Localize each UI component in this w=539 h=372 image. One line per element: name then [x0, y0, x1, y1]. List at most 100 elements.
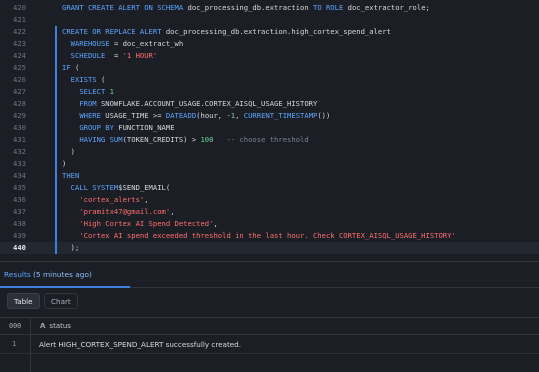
line-number: 422 [13, 27, 26, 36]
results-grid-header: 000 𝗔status [0, 317, 539, 335]
line-number: 425 [13, 63, 26, 72]
code-text: IF ( [62, 62, 79, 74]
code-token-fn [62, 135, 79, 144]
code-text: GROUP BY FUNCTION_NAME [62, 122, 174, 134]
code-token-kw: IF [62, 63, 75, 72]
code-line[interactable]: 434 THEN [0, 170, 539, 182]
code-token-kw: GROUP BY [79, 123, 119, 132]
code-text: CREATE OR REPLACE ALERT doc_processing_d… [62, 26, 391, 38]
line-number: 433 [13, 159, 26, 168]
code-token-fn: ()) [317, 111, 331, 120]
code-line[interactable]: 435 CALL SYSTEM$SEND_EMAIL( [0, 182, 539, 194]
code-line[interactable]: 428 FROM SNOWFLAKE.ACCOUNT_USAGE.CORTEX_… [0, 98, 539, 110]
line-number: 420 [13, 3, 26, 12]
sql-editor[interactable]: 420 GRANT CREATE ALERT ON SCHEMA doc_proc… [0, 0, 539, 261]
line-number: 421 [13, 15, 26, 24]
status-cell[interactable]: Alert HIGH_CORTEX_SPEND_ALERT successful… [39, 340, 241, 349]
code-token-fn: , [170, 207, 175, 216]
code-text: ); [62, 242, 80, 254]
code-line[interactable]: 425 IF ( [0, 62, 539, 74]
code-token-str: '1 HOUR' [122, 51, 158, 60]
code-token-fn [62, 39, 71, 48]
line-number: 436 [13, 195, 26, 204]
code-token-kw: CREATE OR REPLACE ALERT [62, 27, 166, 36]
code-token-fn [62, 99, 79, 108]
code-token-fn [62, 75, 71, 84]
row-index-header: 000 [9, 322, 22, 330]
code-text: 'Cortex AI spend exceeded threshold in t… [62, 230, 456, 242]
code-line[interactable]: 430 GROUP BY FUNCTION_NAME [0, 122, 539, 134]
code-line[interactable]: 421 [0, 14, 539, 26]
code-line[interactable]: 424 SCHEDULE = '1 HOUR' [0, 50, 539, 62]
code-token-fn: (hour, - [196, 111, 231, 120]
code-text: 'pramitx47@gmail.com', [62, 206, 175, 218]
code-token-kw: CURRENT_TIMESTAMP [243, 111, 318, 120]
line-number: 438 [13, 219, 26, 228]
code-token-kw: TO ROLE [313, 3, 348, 12]
code-token-kw: THEN [62, 171, 80, 180]
code-line[interactable]: 439 'Cortex AI spend exceeded threshold … [0, 230, 539, 242]
code-line[interactable]: 432 ) [0, 146, 539, 158]
table-row[interactable]: 1 Alert HIGH_CORTEX_SPEND_ALERT successf… [0, 336, 539, 354]
code-token-kw: HAVING SUM [79, 135, 123, 144]
line-number: 426 [13, 75, 26, 84]
code-token-fn: = [113, 51, 123, 60]
code-token-kw: FROM [79, 99, 101, 108]
code-token-fn: (TOKEN_CREDITS) > [122, 135, 201, 144]
results-tab-underline [0, 286, 130, 288]
code-line[interactable]: 440 ); [0, 242, 539, 254]
code-line[interactable]: 420 GRANT CREATE ALERT ON SCHEMA doc_proc… [0, 2, 539, 14]
code-token-cmt: -- choose threshold [226, 135, 309, 144]
line-number: 440 [13, 243, 26, 252]
line-number: 427 [13, 87, 26, 96]
line-number: 434 [13, 171, 26, 180]
column-header-status[interactable]: 𝗔status [40, 322, 71, 330]
code-token-kw: SCHEDULE [70, 51, 114, 60]
code-text: 'cortex_alerts', [62, 194, 148, 206]
code-token-str: 'pramitx47@gmail.com' [79, 207, 171, 216]
column-header-label: status [49, 322, 71, 330]
code-token-fn: , [235, 111, 244, 120]
results-header[interactable]: Results (5 minutes ago) [4, 270, 92, 279]
code-token-fn [62, 207, 79, 216]
code-token-fn: doc_processing_db.extraction.high_cortex… [165, 27, 391, 36]
code-token-fn: ( [74, 63, 80, 72]
code-line[interactable]: 429 WHERE USAGE_TIME >= DATEADD(hour, -1… [0, 110, 539, 122]
code-token-kw: GRANT CREATE ALERT ON SCHEMA [62, 3, 188, 12]
line-number: 428 [13, 99, 26, 108]
code-token-fn [62, 123, 79, 132]
tab-table[interactable]: Table [7, 293, 40, 309]
tab-chart[interactable]: Chart [44, 293, 78, 309]
code-line[interactable]: 426 EXISTS ( [0, 74, 539, 86]
code-line[interactable]: 433) [0, 158, 539, 170]
code-text: SCHEDULE = '1 HOUR' [62, 50, 158, 62]
code-token-fn [62, 219, 79, 228]
line-number: 432 [13, 147, 26, 156]
line-number: 429 [13, 111, 26, 120]
text-type-icon: 𝗔 [40, 322, 46, 330]
code-token-fn: doc_processing_db.extraction [187, 3, 313, 12]
code-line[interactable]: 431 HAVING SUM(TOKEN_CREDITS) > 100 -- c… [0, 134, 539, 146]
code-line[interactable]: 427 SELECT 1 [0, 86, 539, 98]
code-text: HAVING SUM(TOKEN_CREDITS) > 100 -- choos… [62, 134, 309, 146]
code-token-fn [213, 135, 226, 144]
code-line[interactable]: 423 WAREHOUSE = doc_extract_wh [0, 38, 539, 50]
code-token-str: 'Cortex AI spend exceeded threshold in t… [79, 231, 456, 240]
code-text: GRANT CREATE ALERT ON SCHEMA doc_process… [62, 2, 430, 14]
code-token-str: 'cortex_alerts' [79, 195, 145, 204]
code-line[interactable]: 436 'cortex_alerts', [0, 194, 539, 206]
code-token-fn: $SEND_EMAIL( [118, 183, 171, 192]
code-text: WHERE USAGE_TIME >= DATEADD(hour, -1, CU… [62, 110, 330, 122]
code-token-kw: WHERE [79, 111, 106, 120]
code-text: 'High Cortex AI Spend Detected', [62, 218, 217, 230]
code-line[interactable]: 422 CREATE OR REPLACE ALERT doc_processin… [0, 26, 539, 38]
code-token-fn: USAGE_TIME >= [105, 111, 166, 120]
line-number: 423 [13, 39, 26, 48]
code-token-fn [62, 51, 71, 60]
code-text: WAREHOUSE = doc_extract_wh [62, 38, 184, 50]
code-token-fn: ); [62, 243, 80, 252]
code-token-str: 'High Cortex AI Spend Detected' [79, 219, 214, 228]
code-line[interactable]: 437 'pramitx47@gmail.com', [0, 206, 539, 218]
code-line[interactable]: 438 'High Cortex AI Spend Detected', [0, 218, 539, 230]
line-number: 430 [13, 123, 26, 132]
